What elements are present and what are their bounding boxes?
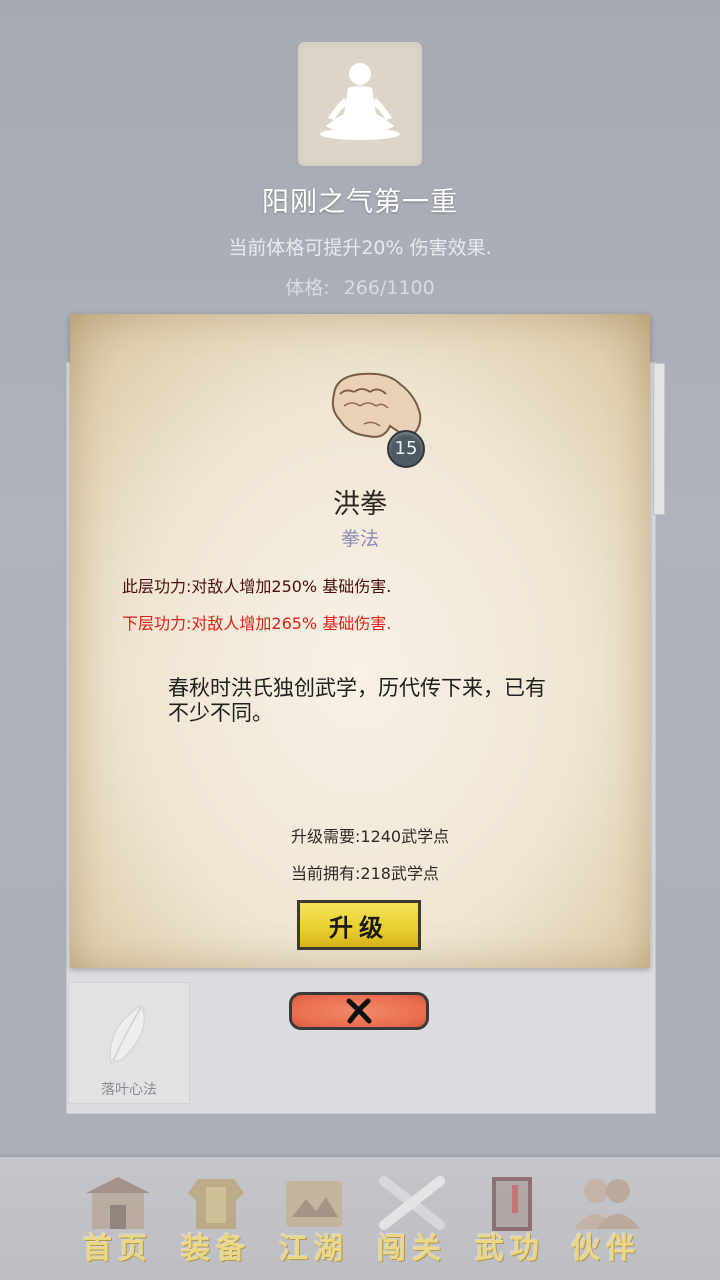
building-icon	[86, 1177, 150, 1229]
nav-challenge[interactable]: 闯关	[362, 1169, 462, 1269]
skill-level-badge: 15	[387, 430, 425, 468]
nav-martial-arts[interactable]: 武功	[460, 1169, 560, 1269]
skill-name: 洪拳	[333, 489, 387, 520]
close-icon	[346, 998, 372, 1024]
next-level-effect: 下层功力:对敌人增加265% 基础伤害.	[122, 614, 392, 633]
skill-lore: 春秋时洪氏独创武学，历代传下来，已有不少不同。	[168, 676, 546, 725]
upgrade-requirement: 升级需要:1240武学点	[291, 827, 450, 846]
crossed-swords-icon	[379, 1176, 445, 1230]
scroll-map-icon	[286, 1181, 342, 1227]
skill-tile-label: 落叶心法	[101, 1082, 157, 1098]
upgrade-button[interactable]: 升级	[297, 900, 421, 950]
stat-label: 体格:	[285, 277, 330, 299]
realm-title: 阳刚之气第一重	[262, 187, 458, 218]
nav-partners-label: 伙伴	[570, 1231, 641, 1265]
nav-home-label: 首页	[82, 1231, 153, 1265]
cultivation-avatar	[298, 42, 422, 166]
nav-equipment[interactable]: 装备	[166, 1169, 266, 1269]
armor-icon	[188, 1179, 244, 1229]
stat-value: 266/1100	[343, 277, 435, 299]
skill-tile-luoye[interactable]: 落叶心法	[68, 982, 190, 1104]
close-button[interactable]	[289, 992, 429, 1030]
constitution-stat: 体格: 266/1100	[0, 273, 720, 300]
nav-martial-arts-label: 武功	[474, 1231, 545, 1265]
nav-jianghu[interactable]: 江湖	[264, 1169, 364, 1269]
nav-jianghu-label: 江湖	[278, 1231, 349, 1265]
scrollbar[interactable]	[653, 363, 665, 515]
skill-detail-card: 15 洪拳 拳法 此层功力:对敌人增加250% 基础伤害. 下层功力:对敌人增加…	[70, 314, 650, 968]
nav-partners[interactable]: 伙伴	[556, 1169, 656, 1269]
book-icon	[492, 1177, 532, 1231]
owned-points: 当前拥有:218武学点	[291, 864, 439, 883]
skill-type: 拳法	[340, 528, 379, 550]
nav-equipment-label: 装备	[180, 1231, 251, 1265]
leaf-icon	[109, 1003, 146, 1064]
partners-icon	[574, 1179, 640, 1229]
current-level-effect: 此层功力:对敌人增加250% 基础伤害.	[122, 577, 392, 596]
bottom-navigation: 首页 装备 江湖 闯关 武功 伙伴	[0, 1157, 720, 1280]
nav-home[interactable]: 首页	[68, 1169, 168, 1269]
nav-challenge-label: 闯关	[376, 1231, 447, 1265]
meditating-figure-icon	[320, 63, 400, 140]
realm-description: 当前体格可提升20% 伤害效果.	[228, 237, 492, 259]
